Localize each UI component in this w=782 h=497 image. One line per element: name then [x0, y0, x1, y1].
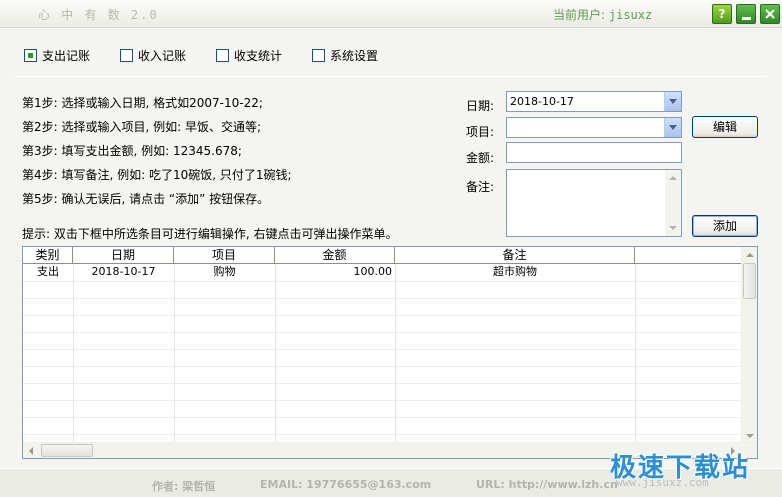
hint-text: 提示: 双击下框中所选条目可进行编辑操作, 右键点击可弹出操作菜单。	[22, 227, 398, 241]
note-textarea[interactable]	[506, 169, 682, 237]
mode-settings-checkbox[interactable]	[312, 48, 325, 62]
amount-label: 金额:	[466, 151, 495, 165]
cell-item: 购物	[213, 265, 236, 278]
scroll-up-icon[interactable]	[669, 176, 677, 180]
footer-author: 作者: 梁哲恒	[152, 480, 216, 493]
note-scrollbar[interactable]	[665, 170, 681, 236]
grid-line	[23, 383, 743, 384]
mode-income-checkbox[interactable]	[120, 48, 133, 62]
mode-divider	[14, 76, 766, 77]
grid-line	[23, 298, 743, 299]
footer-url: URL: http://www.lzh.cn	[476, 478, 618, 491]
close-icon	[765, 9, 775, 19]
column-header-date[interactable]: 日期	[73, 247, 174, 264]
add-button[interactable]: 添加	[692, 215, 758, 237]
table-vertical-scrollbar[interactable]	[741, 247, 757, 444]
vertical-scroll-thumb[interactable]	[743, 263, 756, 299]
amount-input[interactable]	[506, 142, 682, 163]
item-label: 项目:	[466, 125, 495, 139]
item-combobox[interactable]	[506, 117, 682, 138]
grid-line	[23, 434, 743, 435]
grid-line	[23, 400, 743, 401]
app-window: 心 中 有 数 2.0 当前用户: jisuxz ? 支出记账 收入记账 收支统…	[0, 0, 782, 497]
mode-income[interactable]: 收入记账	[120, 44, 186, 66]
mode-settings[interactable]: 系统设置	[312, 44, 378, 66]
mode-settings-label: 系统设置	[330, 48, 379, 63]
minimize-icon	[742, 17, 751, 20]
title-bar: 心 中 有 数 2.0 当前用户: jisuxz ?	[0, 0, 782, 28]
close-button[interactable]	[760, 4, 780, 24]
step-4: 第4步: 填写备注, 例如: 吃了10碗饭, 只付了1碗钱;	[22, 168, 292, 182]
date-label: 日期:	[466, 99, 495, 113]
mode-statistics-label: 收支统计	[234, 48, 283, 63]
mode-statistics-checkbox[interactable]	[216, 48, 229, 62]
mode-statistics[interactable]: 收支统计	[216, 44, 282, 66]
current-user-display: 当前用户: jisuxz	[553, 6, 652, 23]
current-user-label: 当前用户:	[553, 8, 606, 22]
note-label: 备注:	[466, 180, 495, 194]
table-header: 类别 日期 项目 金额 备注	[23, 247, 743, 264]
mode-selector: 支出记账 收入记账 收支统计 系统设置	[0, 44, 782, 68]
column-header-note[interactable]: 备注	[395, 247, 635, 264]
grid-line	[23, 366, 743, 367]
footer-email: EMAIL: 19776655@163.com	[260, 478, 432, 491]
cell-category: 支出	[37, 265, 59, 278]
scroll-down-icon[interactable]	[746, 434, 754, 438]
step-1: 第1步: 选择或输入日期, 格式如2007-10-22;	[22, 96, 263, 110]
step-5: 第5步: 确认无误后, 请点击 “添加” 按钮保存。	[22, 192, 270, 206]
mode-expense-checkbox[interactable]	[24, 48, 37, 62]
grid-line	[23, 417, 743, 418]
grid-line	[23, 349, 743, 350]
edit-button[interactable]: 编辑	[692, 116, 758, 138]
help-icon: ?	[718, 7, 726, 21]
cell-note: 超市购物	[493, 265, 537, 278]
mode-income-label: 收入记账	[138, 48, 187, 63]
scroll-left-icon[interactable]	[29, 447, 33, 455]
instructions: 第1步: 选择或输入日期, 格式如2007-10-22; 第2步: 选择或输入项…	[22, 96, 292, 216]
help-button[interactable]: ?	[712, 4, 732, 24]
date-combobox[interactable]: 2018-10-17	[506, 91, 682, 112]
scroll-down-icon[interactable]	[669, 226, 677, 230]
date-value: 2018-10-17	[510, 95, 574, 108]
date-dropdown-icon[interactable]	[664, 92, 681, 111]
scroll-up-icon[interactable]	[746, 253, 754, 257]
current-user-name: jisuxz	[608, 8, 653, 22]
column-header-amount[interactable]: 金额	[275, 247, 395, 264]
app-title: 心 中 有 数 2.0	[38, 8, 159, 22]
step-2: 第2步: 选择或输入项目, 例如: 早饭、交通等;	[22, 120, 262, 134]
step-3: 第3步: 填写支出金额, 例如: 12345.678;	[22, 144, 242, 158]
mode-expense-label: 支出记账	[42, 48, 91, 63]
records-table[interactable]: 类别 日期 项目 金额 备注 支出 2018-10-17 购物 100.00 超…	[22, 246, 758, 459]
horizontal-scroll-thumb[interactable]	[41, 444, 93, 457]
grid-line	[23, 281, 743, 282]
watermark-url: www.jisuxz.com	[616, 476, 709, 489]
cell-amount: 100.00	[353, 265, 393, 278]
grid-line	[23, 332, 743, 333]
column-header-item[interactable]: 项目	[174, 247, 275, 264]
table-row[interactable]: 支出 2018-10-17 购物 100.00 超市购物	[23, 264, 743, 281]
cell-date: 2018-10-17	[91, 265, 156, 278]
mode-expense[interactable]: 支出记账	[24, 44, 90, 66]
column-header-category[interactable]: 类别	[23, 247, 73, 264]
minimize-button[interactable]	[736, 4, 756, 24]
item-dropdown-icon[interactable]	[664, 118, 681, 137]
grid-line	[23, 315, 743, 316]
